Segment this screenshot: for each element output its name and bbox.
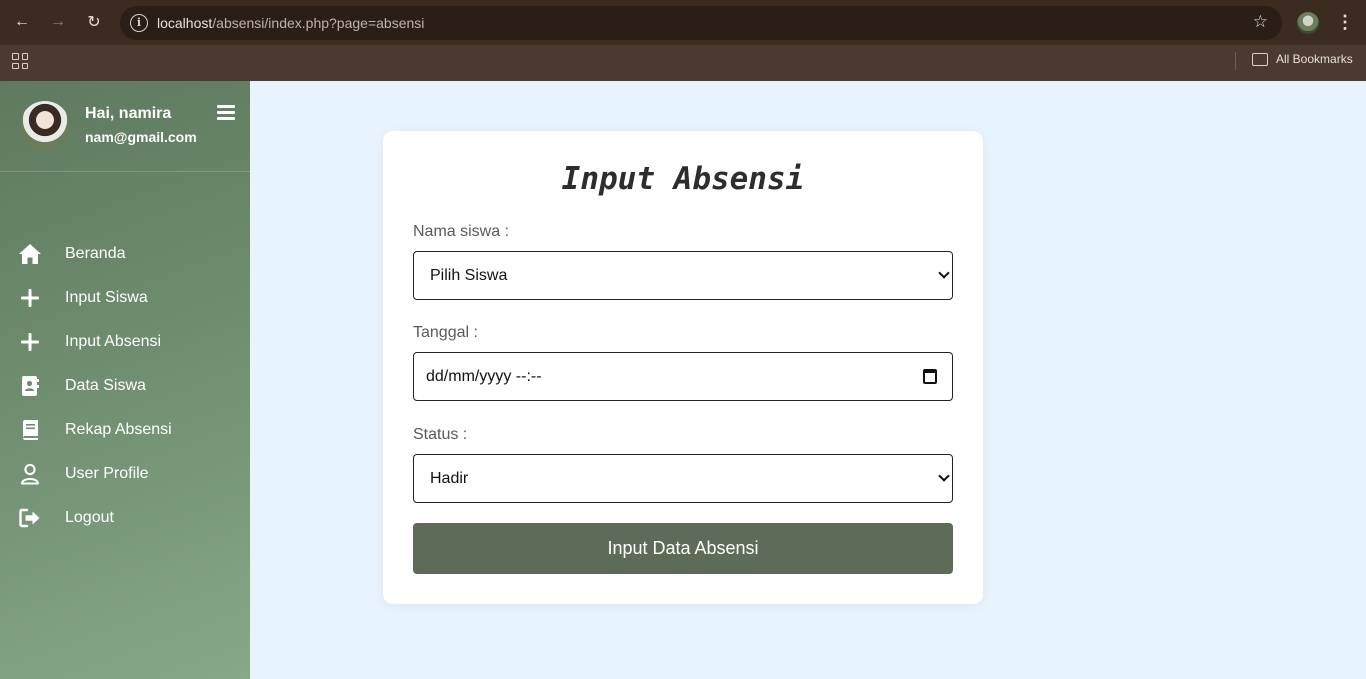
address-bar[interactable]: i localhost/absensi/index.php?page=absen… xyxy=(120,6,1282,40)
reload-icon[interactable]: ↻ xyxy=(82,10,106,34)
back-icon[interactable]: ← xyxy=(10,10,34,34)
status-label: Status : xyxy=(413,426,468,443)
sidebar-item-rekap-absensi[interactable]: Rekap Absensi xyxy=(0,408,250,452)
sidebar-item-user-profile[interactable]: User Profile xyxy=(0,452,250,496)
all-bookmarks-link[interactable]: All Bookmarks xyxy=(1276,52,1353,66)
sidebar-item-label: User Profile xyxy=(65,465,149,482)
url-path: /absensi/index.php?page=absensi xyxy=(212,15,425,31)
plus-icon xyxy=(18,330,42,354)
bookmarks-divider xyxy=(1235,52,1236,70)
tanggal-value: dd/mm/yyyy --:-- xyxy=(426,368,542,385)
address-book-icon xyxy=(18,374,42,398)
folder-icon xyxy=(1252,53,1268,66)
nama-siswa-select[interactable]: Pilih Siswa xyxy=(413,251,953,300)
browser-profile-avatar[interactable] xyxy=(1297,12,1319,34)
browser-menu-icon[interactable]: ⋮ xyxy=(1336,11,1354,33)
logout-icon xyxy=(18,506,42,530)
calendar-icon[interactable] xyxy=(923,369,937,384)
sidebar-item-label: Rekap Absensi xyxy=(65,421,172,438)
sidebar-menu: Beranda Input Siswa Input Absensi Data S… xyxy=(0,232,250,540)
tanggal-label: Tanggal : xyxy=(413,324,478,341)
nama-siswa-label: Nama siswa : xyxy=(413,223,510,240)
sidebar-item-label: Input Absensi xyxy=(65,333,162,350)
status-value: Hadir xyxy=(430,470,469,487)
nama-siswa-value: Pilih Siswa xyxy=(430,267,508,284)
url-text: localhost/absensi/index.php?page=absensi xyxy=(157,15,424,31)
sidebar-item-input-absensi[interactable]: Input Absensi xyxy=(0,320,250,364)
input-absensi-card: Input Absensi Nama siswa : Pilih Siswa T… xyxy=(383,131,983,604)
chevron-down-icon xyxy=(938,470,950,482)
forward-icon[interactable]: → xyxy=(46,10,70,34)
submit-button[interactable]: Input Data Absensi xyxy=(413,523,953,574)
hamburger-menu-icon[interactable] xyxy=(217,105,235,120)
bookmark-star-icon[interactable]: ☆ xyxy=(1253,12,1268,32)
apps-grid-icon[interactable] xyxy=(12,53,28,69)
user-email: nam@gmail.com xyxy=(85,129,197,145)
url-host: localhost xyxy=(157,15,213,31)
bookmarks-bar xyxy=(0,45,1366,81)
sidebar-item-label: Data Siswa xyxy=(65,377,146,394)
home-icon xyxy=(18,242,42,266)
sidebar-item-data-siswa[interactable]: Data Siswa xyxy=(0,364,250,408)
sidebar-item-logout[interactable]: Logout xyxy=(0,496,250,540)
sidebar-item-input-siswa[interactable]: Input Siswa xyxy=(0,276,250,320)
chevron-down-icon xyxy=(938,267,950,279)
user-icon xyxy=(18,462,42,486)
tanggal-input[interactable]: dd/mm/yyyy --:-- xyxy=(413,352,953,401)
site-info-icon[interactable]: i xyxy=(130,14,148,32)
sidebar-item-label: Input Siswa xyxy=(65,289,148,306)
sidebar-profile: Hai, namira nam@gmail.com xyxy=(0,81,250,172)
book-icon xyxy=(18,418,42,442)
plus-icon xyxy=(18,286,42,310)
sidebar: Hai, namira nam@gmail.com Beranda Input … xyxy=(0,81,250,679)
greeting: Hai, namira xyxy=(85,105,172,122)
sidebar-item-beranda[interactable]: Beranda xyxy=(0,232,250,276)
sidebar-item-label: Logout xyxy=(65,509,114,526)
page-title: Input Absensi xyxy=(561,161,805,197)
avatar xyxy=(20,101,70,151)
sidebar-item-label: Beranda xyxy=(65,245,126,262)
status-select[interactable]: Hadir xyxy=(413,454,953,503)
